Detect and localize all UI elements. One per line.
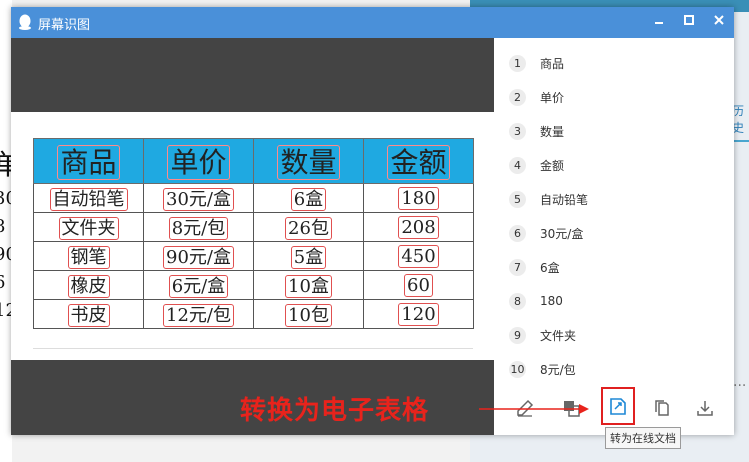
item-number: 5	[509, 190, 526, 208]
table-cell: 橡皮	[67, 275, 110, 298]
window-title: 屏幕识图	[38, 18, 91, 33]
item-number: 3	[509, 122, 526, 140]
title-bar[interactable]: 屏幕识图	[11, 7, 734, 38]
result-item[interactable]: 6 30元/盒	[494, 216, 734, 250]
minimize-button[interactable]	[648, 12, 670, 32]
table-row: 钢笔 90元/盒 5盒 450	[33, 241, 474, 271]
close-button[interactable]	[708, 12, 730, 32]
download-button[interactable]	[690, 393, 720, 423]
item-text: 数量	[540, 124, 565, 139]
captured-spreadsheet: 商品 单价 数量 金额 自动铅笔 30元/盒 6盒 180 文件夹 8元/包 2…	[11, 112, 494, 360]
result-item[interactable]: 7 6盒	[494, 250, 734, 284]
header-text: 单价	[167, 145, 230, 180]
maximize-button[interactable]	[678, 12, 700, 32]
header-text: 金额	[387, 145, 450, 180]
result-item[interactable]: 5 自动铅笔	[494, 182, 734, 216]
table-cell: 6盒	[290, 188, 327, 211]
fragment-cell: 8	[0, 216, 5, 237]
close-icon	[714, 15, 724, 25]
annotation-label: 转换为电子表格	[240, 396, 430, 426]
header-cell: 商品	[33, 138, 144, 184]
header-text: 数量	[277, 145, 340, 180]
result-item[interactable]: 8 180	[494, 284, 734, 318]
table-cell: 30元/盒	[163, 188, 234, 211]
result-item[interactable]: 3 数量	[494, 114, 734, 148]
result-item[interactable]: 1 商品	[494, 46, 734, 80]
result-item[interactable]: 9 文件夹	[494, 318, 734, 352]
item-number: 2	[509, 88, 526, 106]
table-cell: 90元/盒	[163, 246, 234, 269]
table-cell: 10包	[285, 304, 332, 327]
recognized-table: 商品 单价 数量 金额 自动铅笔 30元/盒 6盒 180 文件夹 8元/包 2…	[33, 138, 474, 329]
minimize-icon	[655, 22, 663, 24]
copy-button[interactable]	[647, 393, 677, 423]
results-panel: 1 商品 2 单价 3 数量 4 金额 5 自动铅笔 6 30元/盒 7 6盒 8 180 9文…	[494, 38, 734, 435]
table-row: 文件夹 8元/包 26包 208	[33, 212, 474, 242]
table-cell: 12元/包	[163, 304, 234, 327]
header-cell: 金额	[363, 138, 474, 184]
annotation-arrow-icon	[479, 404, 589, 414]
item-text: 30元/盒	[540, 226, 584, 241]
result-item[interactable]: 4 金额	[494, 148, 734, 182]
table-cell: 书皮	[67, 304, 110, 327]
fragment-cell: 6	[0, 272, 5, 293]
table-header-row: 商品 单价 数量 金额	[33, 138, 474, 184]
maximize-icon	[684, 15, 694, 25]
item-number: 10	[509, 360, 526, 378]
item-text: 自动铅笔	[540, 192, 589, 207]
table-cell: 450	[398, 244, 439, 268]
copy-icon	[655, 400, 669, 416]
background-history-text: 历史	[732, 104, 745, 135]
table-cell: 180	[398, 186, 439, 210]
tooltip: 转为在线文档	[605, 427, 681, 449]
item-number: 7	[509, 258, 526, 276]
table-cell: 60	[404, 273, 433, 297]
table-row: 橡皮 6元/盒 10盒 60	[33, 270, 474, 300]
item-text: 单价	[540, 90, 565, 105]
table-cell: 自动铅笔	[49, 188, 128, 211]
item-text: 8元/包	[540, 362, 576, 377]
header-cell: 单价	[143, 138, 254, 184]
item-text: 商品	[540, 56, 565, 71]
table-cell: 钢笔	[67, 246, 110, 269]
table-cell: 6元/盒	[168, 275, 229, 298]
item-text: 金额	[540, 158, 565, 173]
item-number: 4	[509, 156, 526, 174]
item-text: 180	[540, 294, 563, 308]
image-preview: 商品 单价 数量 金额 自动铅笔 30元/盒 6盒 180 文件夹 8元/包 2…	[11, 38, 494, 435]
table-row: 自动铅笔 30元/盒 6盒 180	[33, 183, 474, 213]
table-cell: 8元/包	[168, 217, 229, 240]
penguin-logo-icon	[19, 14, 31, 30]
table-cell: 10盒	[285, 275, 332, 298]
table-row: 书皮 12元/包 10包 120	[33, 299, 474, 329]
download-icon	[697, 401, 713, 416]
item-number: 8	[509, 292, 526, 310]
item-number: 6	[509, 224, 526, 242]
table-cell: 5盒	[290, 246, 327, 269]
item-number: 9	[509, 326, 526, 344]
convert-online-doc-button[interactable]	[601, 387, 635, 425]
item-text: 文件夹	[540, 328, 577, 343]
convert-online-doc-icon	[610, 398, 626, 415]
item-number: 1	[509, 54, 526, 72]
table-cell: 文件夹	[58, 217, 119, 240]
table-cell: 26包	[285, 217, 332, 240]
item-text: 6盒	[540, 260, 560, 275]
header-cell: 数量	[253, 138, 364, 184]
result-list: 1 商品 2 单价 3 数量 4 金额 5 自动铅笔 6 30元/盒 7 6盒 8 180 9文…	[494, 46, 734, 386]
table-cell: 208	[398, 215, 439, 239]
sheet-grid-line	[33, 348, 473, 349]
more-dots-icon: ···	[733, 378, 747, 394]
screen-ocr-window: 屏幕识图 商品 单价 数量 金额 自动铅笔 30元/盒 6盒 180 文件夹 8…	[11, 7, 734, 435]
header-text: 商品	[57, 145, 120, 180]
result-item[interactable]: 2 单价	[494, 80, 734, 114]
table-cell: 120	[398, 302, 439, 326]
result-item[interactable]: 10 8元/包	[494, 352, 734, 386]
